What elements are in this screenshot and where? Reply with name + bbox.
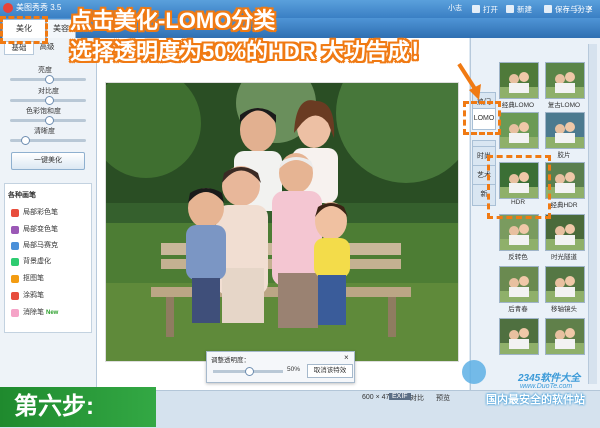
effect-thumbnail[interactable]: [545, 214, 585, 251]
effect-thumbnail-label: 反转色: [508, 254, 528, 261]
opacity-title: 调整透明度：: [211, 357, 250, 364]
user-name[interactable]: 小志: [448, 3, 462, 13]
thumbnail-preview: [500, 267, 538, 302]
effect-thumbnail[interactable]: [545, 62, 585, 99]
brush-label: 局部变色笔: [23, 226, 58, 233]
brush-background-blur[interactable]: 背景虚化: [11, 256, 51, 268]
save-share-button[interactable]: 保存与分享: [544, 2, 593, 17]
brush-icon: [11, 209, 19, 217]
thumbnail-preview: [546, 267, 584, 302]
brush-icon: [11, 275, 19, 283]
highlight-hdr-thumb: [487, 155, 551, 219]
arrow-icon: [457, 62, 481, 100]
effect-thumbnail[interactable]: [545, 266, 585, 303]
brush-icon: [11, 242, 19, 250]
highlight-beautify-tab: [0, 16, 48, 44]
cancel-effect-button[interactable]: 取消该特效: [307, 364, 353, 378]
exif-button[interactable]: EXIF: [389, 393, 411, 400]
effect-thumbnail-label: 后青春: [508, 306, 528, 313]
brush-icon: [11, 258, 19, 266]
effect-thumbnail-label: 经典LOMO: [501, 102, 535, 109]
opacity-percent: 50%: [287, 366, 301, 373]
brush-label: 抠图笔: [23, 275, 44, 282]
saturation-slider[interactable]: [10, 116, 86, 125]
app-logo-icon: [3, 3, 13, 13]
annotation-line-2: 选择透明度为50%的HDR 大功告成！: [70, 39, 432, 64]
photo-illustration: [106, 83, 458, 361]
effect-thumbnail[interactable]: [499, 62, 539, 99]
app-title: 美图秀秀 3.5: [16, 3, 62, 12]
effect-thumbnail-label: 移轴镜头: [551, 306, 577, 313]
opacity-slider[interactable]: [213, 367, 283, 376]
brush-eraser[interactable]: 消除笔 New: [11, 307, 58, 319]
sharpness-label: 清晰度: [34, 128, 55, 135]
brush-cutout[interactable]: 抠图笔: [11, 273, 44, 285]
thumbnail-preview: [546, 215, 584, 250]
watermark-site: 2345软件大全: [518, 373, 581, 384]
opacity-close-icon[interactable]: ×: [344, 353, 349, 362]
saturation-label: 色彩饱和度: [26, 108, 61, 115]
brush-panel-title: 各种画笔: [8, 192, 36, 199]
brush-icon: [11, 309, 19, 317]
brush-label: 消除笔: [23, 309, 44, 316]
brush-label: 局部马赛克: [23, 242, 58, 249]
thumbnail-preview: [500, 215, 538, 250]
thumbnail-preview: [500, 319, 538, 354]
brush-doodle[interactable]: 涂鸦笔: [11, 290, 44, 302]
effects-scrollbar[interactable]: [588, 44, 597, 384]
opacity-panel: 调整透明度： × 50% 取消该特效: [206, 351, 355, 383]
contrast-label: 对比度: [38, 88, 59, 95]
compare-button[interactable]: 对比: [410, 393, 424, 403]
effect-thumbnail[interactable]: [499, 318, 539, 355]
one-click-beautify-button[interactable]: 一键美化: [11, 152, 85, 170]
highlight-lomo-tab: [463, 101, 501, 135]
effect-thumbnail[interactable]: [499, 112, 539, 149]
thumbnail-preview: [546, 319, 584, 354]
new-badge: New: [46, 310, 59, 316]
brush-icon: [11, 226, 19, 234]
slider-thumb[interactable]: [20, 136, 30, 145]
contrast-slider[interactable]: [10, 96, 86, 105]
slider-thumb[interactable]: [45, 116, 54, 125]
preview-button[interactable]: 预览: [436, 393, 450, 403]
thumbnail-preview: [546, 63, 584, 98]
effect-thumbnail[interactable]: [545, 112, 585, 149]
brightness-label: 亮度: [38, 67, 52, 74]
thumbnail-preview: [500, 63, 538, 98]
step-label: 第六步:: [0, 387, 156, 427]
thumbnail-preview: [546, 163, 584, 198]
brush-label: 局部彩色笔: [23, 209, 58, 216]
new-button[interactable]: 新建: [506, 2, 532, 17]
effect-thumbnail-label: 复古LOMO: [547, 102, 581, 109]
family-photo[interactable]: [105, 82, 459, 362]
sharpness-slider[interactable]: [10, 136, 86, 145]
annotation-line-1: 点击美化-LOMO分类: [70, 8, 276, 33]
opacity-slider-thumb[interactable]: [244, 367, 254, 376]
effect-thumbnail[interactable]: [499, 214, 539, 251]
open-button[interactable]: 打开: [472, 2, 498, 17]
brush-icon: [11, 292, 19, 300]
brush-local-color[interactable]: 局部彩色笔: [11, 207, 58, 219]
brush-label: 背景虚化: [23, 258, 51, 265]
thumbnail-preview: [500, 113, 538, 148]
effect-thumbnail[interactable]: [545, 162, 585, 199]
mascot-icon: [462, 360, 486, 384]
brush-label: 涂鸦笔: [23, 292, 44, 299]
effect-thumbnail-label: 时光隧道: [551, 254, 577, 261]
effect-thumbnail[interactable]: [545, 318, 585, 355]
slider-thumb[interactable]: [45, 75, 54, 84]
effect-thumbnail[interactable]: [499, 266, 539, 303]
slider-thumb[interactable]: [45, 96, 54, 105]
brightness-slider[interactable]: [10, 75, 86, 84]
watermark-slogan: 国内最安全的软件站: [486, 394, 585, 406]
thumbnail-preview: [546, 113, 584, 148]
brush-mosaic[interactable]: 局部马赛克: [11, 240, 58, 252]
brush-local-recolor[interactable]: 局部变色笔: [11, 224, 58, 236]
watermark-domain: www.DuoTe.com: [520, 383, 573, 390]
